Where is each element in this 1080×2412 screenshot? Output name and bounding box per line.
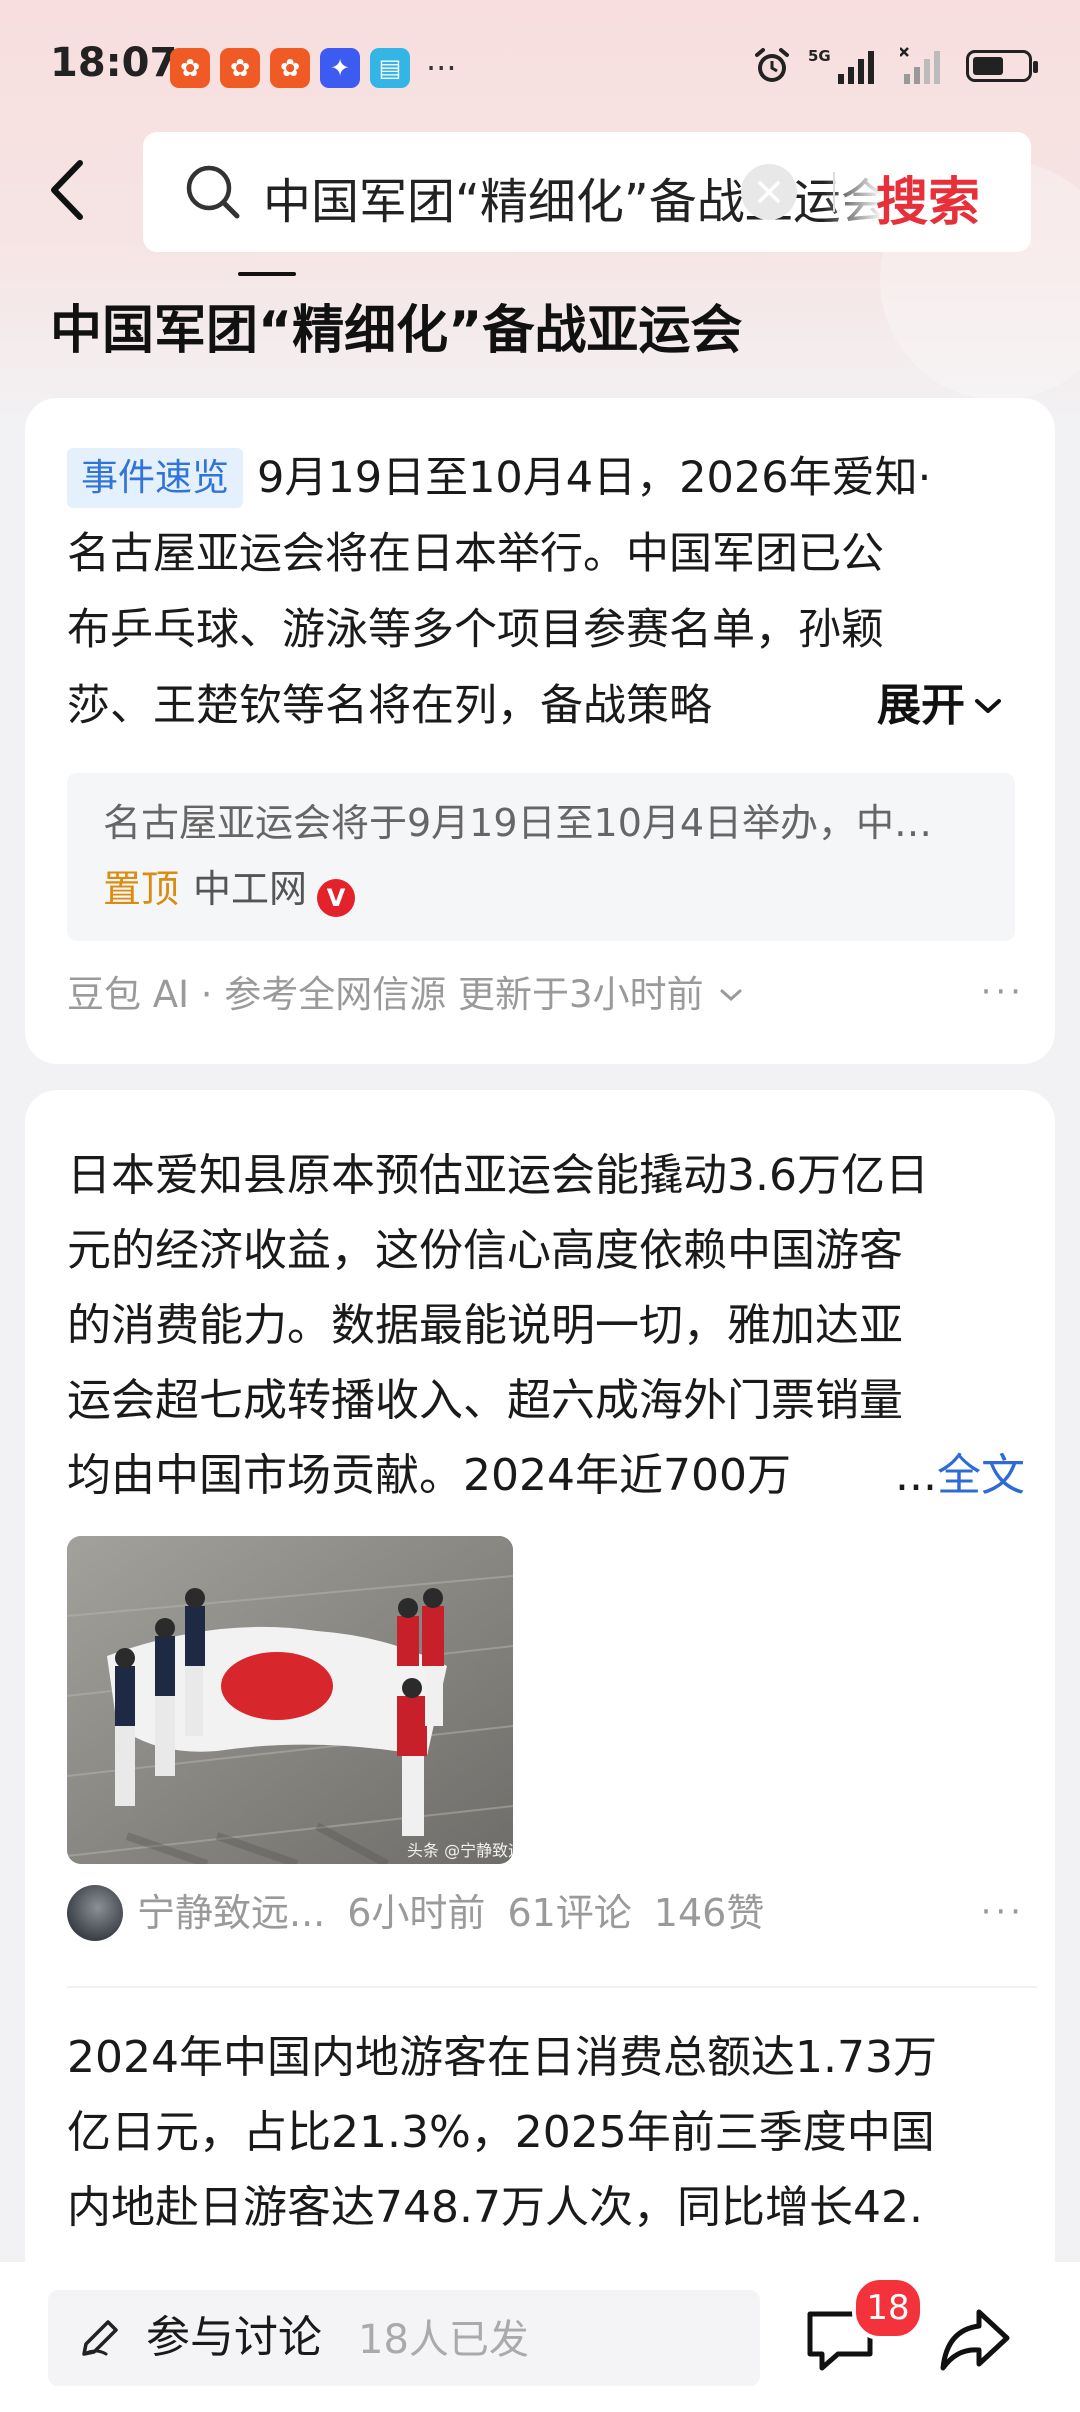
app-notification-icon: ✦ xyxy=(320,48,360,88)
signal-weak-icon xyxy=(900,47,940,84)
full-text-label: 全文 xyxy=(937,1450,1025,1501)
summary-line: 布乒乓球、游泳等多个项目参赛名单，孙颖 xyxy=(67,605,884,655)
search-box[interactable]: 中国军团“精细化”备战亚运会 搜索 xyxy=(143,132,1031,252)
comment-count[interactable]: 61评论 xyxy=(507,1891,631,1935)
pinned-source[interactable]: 名古屋亚运会将于9月19日至10月4日举办，中… 置顶 中工网 V xyxy=(67,773,1015,941)
image-watermark: 头条 @宁静致远 xyxy=(407,1841,513,1860)
verified-badge-icon: V xyxy=(317,879,356,917)
full-text-link[interactable]: ...全文 xyxy=(877,1438,1025,1513)
notification-icons: ✿ ✿ ✿ ✦ ▤ ··· xyxy=(170,48,457,88)
divider xyxy=(67,1986,1037,1988)
tab-indicator xyxy=(238,272,296,276)
status-indicators: 5G xyxy=(752,46,1038,86)
post-line: 2024年中国内地游客在日消费总额达1.73万 xyxy=(67,2032,937,2083)
source-meta: 置顶 中工网 V xyxy=(103,861,356,917)
search-divider xyxy=(833,172,835,212)
page-title: 中国军团“精细化”备战亚运会 xyxy=(50,301,743,361)
more-options-button[interactable]: ··· xyxy=(981,1892,1025,1932)
ai-source-text: 豆包 AI · 参考全网信源 更新于3小时前 xyxy=(67,973,704,1016)
clear-search-button[interactable] xyxy=(741,164,797,220)
post-time: 6小时前 xyxy=(347,1891,486,1935)
discuss-count: 18人已发 xyxy=(358,2317,529,2363)
search-button[interactable]: 搜索 xyxy=(876,160,980,235)
summary-line: 9月19日至10月4日，2026年爱知· xyxy=(257,453,932,503)
network-type-label: 5G xyxy=(808,47,831,65)
event-overview-tag: 事件速览 xyxy=(67,448,243,508)
post-meta: 宁静致远... 6小时前 61评论 146赞 xyxy=(137,1885,786,1941)
source-snippet: 名古屋亚运会将于9月19日至10月4日举办，中… xyxy=(103,801,933,845)
expand-button[interactable]: 展开 xyxy=(851,668,1003,744)
post-image[interactable]: 头条 @宁静致远 xyxy=(67,1536,513,1864)
summary-line: 名古屋亚运会将在日本举行。中国军团已公 xyxy=(67,529,884,579)
post-line: 亿日元，占比21.3%，2025年前三季度中国 xyxy=(67,2107,935,2158)
status-time: 18:07 xyxy=(50,40,178,86)
post-line: 运会超七成转播收入、超六成海外门票销量 xyxy=(67,1375,903,1426)
pen-icon xyxy=(82,2320,118,2356)
post-body[interactable]: 2024年中国内地游客在日消费总额达1.73万 亿日元，占比21.3%，2025… xyxy=(67,2020,1027,2245)
app-notification-icon: ✿ xyxy=(170,48,210,88)
pinned-label: 置顶 xyxy=(103,867,180,911)
expand-label: 展开 xyxy=(877,680,965,731)
app-notification-icon: ✿ xyxy=(270,48,310,88)
app-notification-icon: ✿ xyxy=(220,48,260,88)
like-count[interactable]: 146赞 xyxy=(654,1891,765,1935)
more-notifications-icon: ··· xyxy=(426,49,457,87)
signal-5g-icon: 5G xyxy=(808,47,874,84)
search-icon xyxy=(186,165,240,219)
event-summary-card: 事件速览 9月19日至10月4日，2026年爱知· 名古屋亚运会将在日本举行。中国… xyxy=(25,398,1055,1064)
more-options-button[interactable]: ··· xyxy=(981,972,1025,1012)
post-line: 日本爱知县原本预估亚运会能撬动3.6万亿日 xyxy=(67,1150,929,1201)
avatar[interactable] xyxy=(67,1885,123,1941)
close-icon xyxy=(758,181,780,203)
chevron-down-icon xyxy=(720,989,742,1002)
status-bar: 18:07 ✿ ✿ ✿ ✦ ▤ ··· 5G xyxy=(0,0,1080,135)
flag-ceremony-photo: 头条 @宁静致远 xyxy=(67,1536,513,1864)
author-name[interactable]: 宁静致远... xyxy=(137,1891,325,1935)
join-discussion-input[interactable]: 参与讨论 18人已发 xyxy=(48,2290,760,2386)
source-name: 中工网 xyxy=(193,867,308,911)
comment-count-badge: 18 xyxy=(852,2276,924,2340)
post-meta-row: 宁静致远... 6小时前 61评论 146赞 xyxy=(67,1885,1027,1941)
alarm-icon xyxy=(755,48,789,82)
share-icon[interactable] xyxy=(935,2302,1015,2378)
bottom-action-bar: 参与讨论 18人已发 18 xyxy=(0,2262,1080,2412)
post-line: 内地赴日游客达748.7万人次，同比增长42. xyxy=(67,2182,923,2233)
back-button[interactable] xyxy=(40,155,100,225)
book-app-icon: ▤ xyxy=(370,48,410,88)
chevron-down-icon xyxy=(975,699,1001,713)
post-card: 日本爱知县原本预估亚运会能撬动3.6万亿日 元的经济收益，这份信心高度依赖中国游… xyxy=(25,1090,1055,2340)
post-line: 元的经济收益，这份信心高度依赖中国游客 xyxy=(67,1225,903,1276)
post-line: 的消费能力。数据最能说明一切，雅加达亚 xyxy=(67,1300,903,1351)
discuss-label: 参与讨论 xyxy=(146,2312,322,2363)
battery-icon xyxy=(966,50,1038,82)
ellipsis: ... xyxy=(895,1450,937,1501)
ai-source-info[interactable]: 豆包 AI · 参考全网信源 更新于3小时前 xyxy=(67,970,744,1020)
